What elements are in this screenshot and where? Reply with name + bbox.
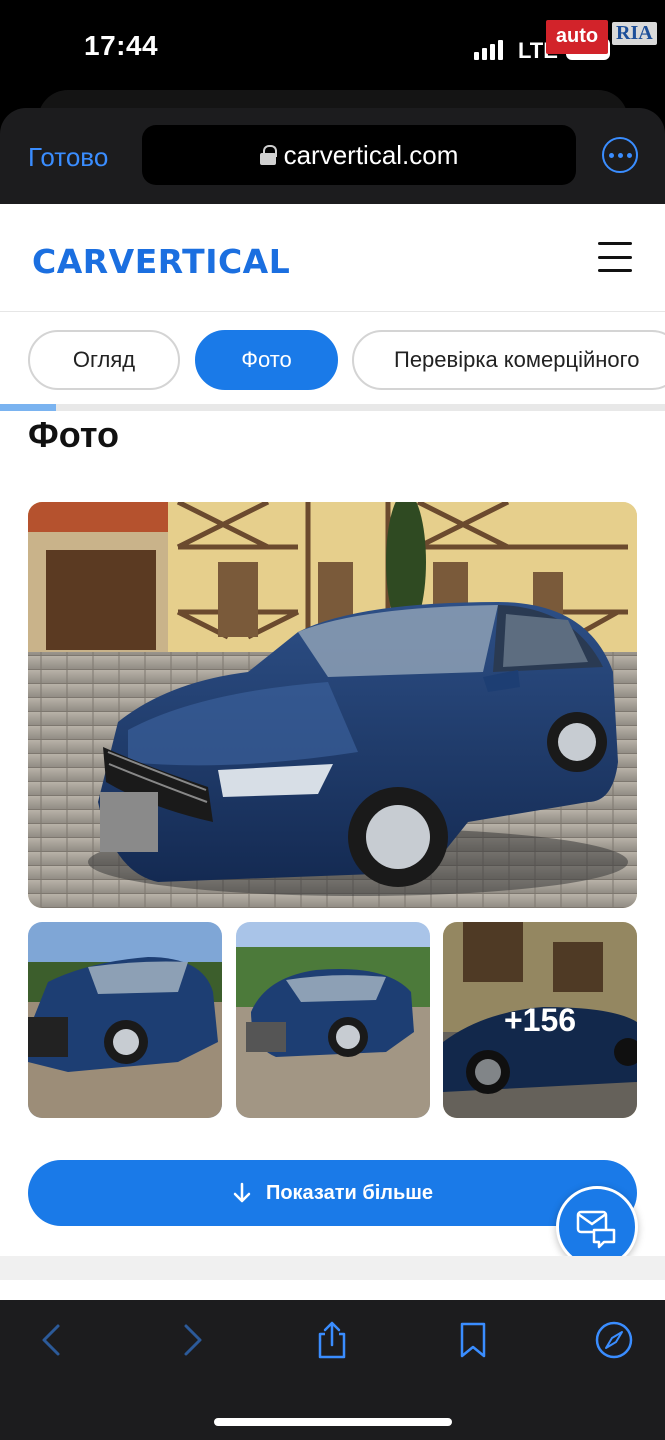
compass-icon[interactable] (594, 1320, 634, 1360)
tab-photos[interactable]: Фото (195, 330, 338, 390)
status-time: 17:44 (84, 30, 159, 61)
menu-icon[interactable] (598, 242, 632, 272)
forward-icon[interactable] (172, 1320, 212, 1360)
thumbnail-photo-3[interactable]: +156 (443, 922, 637, 1118)
tabs-scroll-track (0, 404, 665, 411)
tab-commercial-check[interactable]: Перевірка комерційного (352, 330, 665, 390)
more-options-button[interactable] (602, 137, 638, 173)
share-icon[interactable] (312, 1320, 352, 1360)
show-more-label: Показати більше (265, 1181, 434, 1204)
main-car-photo[interactable] (28, 502, 637, 908)
bookmarks-icon[interactable] (453, 1320, 493, 1360)
url-text: carvertical.com (283, 139, 459, 170)
thumbnail-photo-1[interactable] (28, 922, 222, 1118)
section-divider (0, 1256, 665, 1280)
web-page: CARVERTICAL Огляд Фото Перевірка комерці… (0, 204, 665, 1300)
tabs-scroll-thumb (0, 404, 56, 411)
status-bar: 17:44 LTE 22 auto RIA (0, 0, 665, 100)
lock-icon (259, 145, 277, 165)
more-photos-count: +156 (443, 922, 637, 1118)
autoria-watermark: auto RIA (546, 20, 660, 54)
arrow-down-icon (233, 1182, 251, 1203)
thumbnail-photo-2[interactable] (236, 922, 430, 1118)
site-header: CARVERTICAL (0, 204, 665, 312)
tab-overview[interactable]: Огляд (28, 330, 180, 390)
signal-icon (474, 40, 503, 60)
address-bar[interactable]: carvertical.com (142, 125, 576, 185)
watermark-ria: RIA (612, 22, 657, 45)
show-more-button[interactable]: Показати більше (28, 1160, 637, 1226)
section-tabs: Огляд Фото Перевірка комерційного (0, 312, 665, 412)
done-button[interactable]: Готово (28, 142, 108, 173)
watermark-auto: auto (546, 20, 608, 54)
home-indicator (214, 1418, 452, 1426)
section-title: Фото (28, 414, 119, 455)
carvertical-logo[interactable]: CARVERTICAL (32, 242, 290, 281)
chat-icon (576, 1210, 616, 1249)
back-icon[interactable] (32, 1320, 72, 1360)
